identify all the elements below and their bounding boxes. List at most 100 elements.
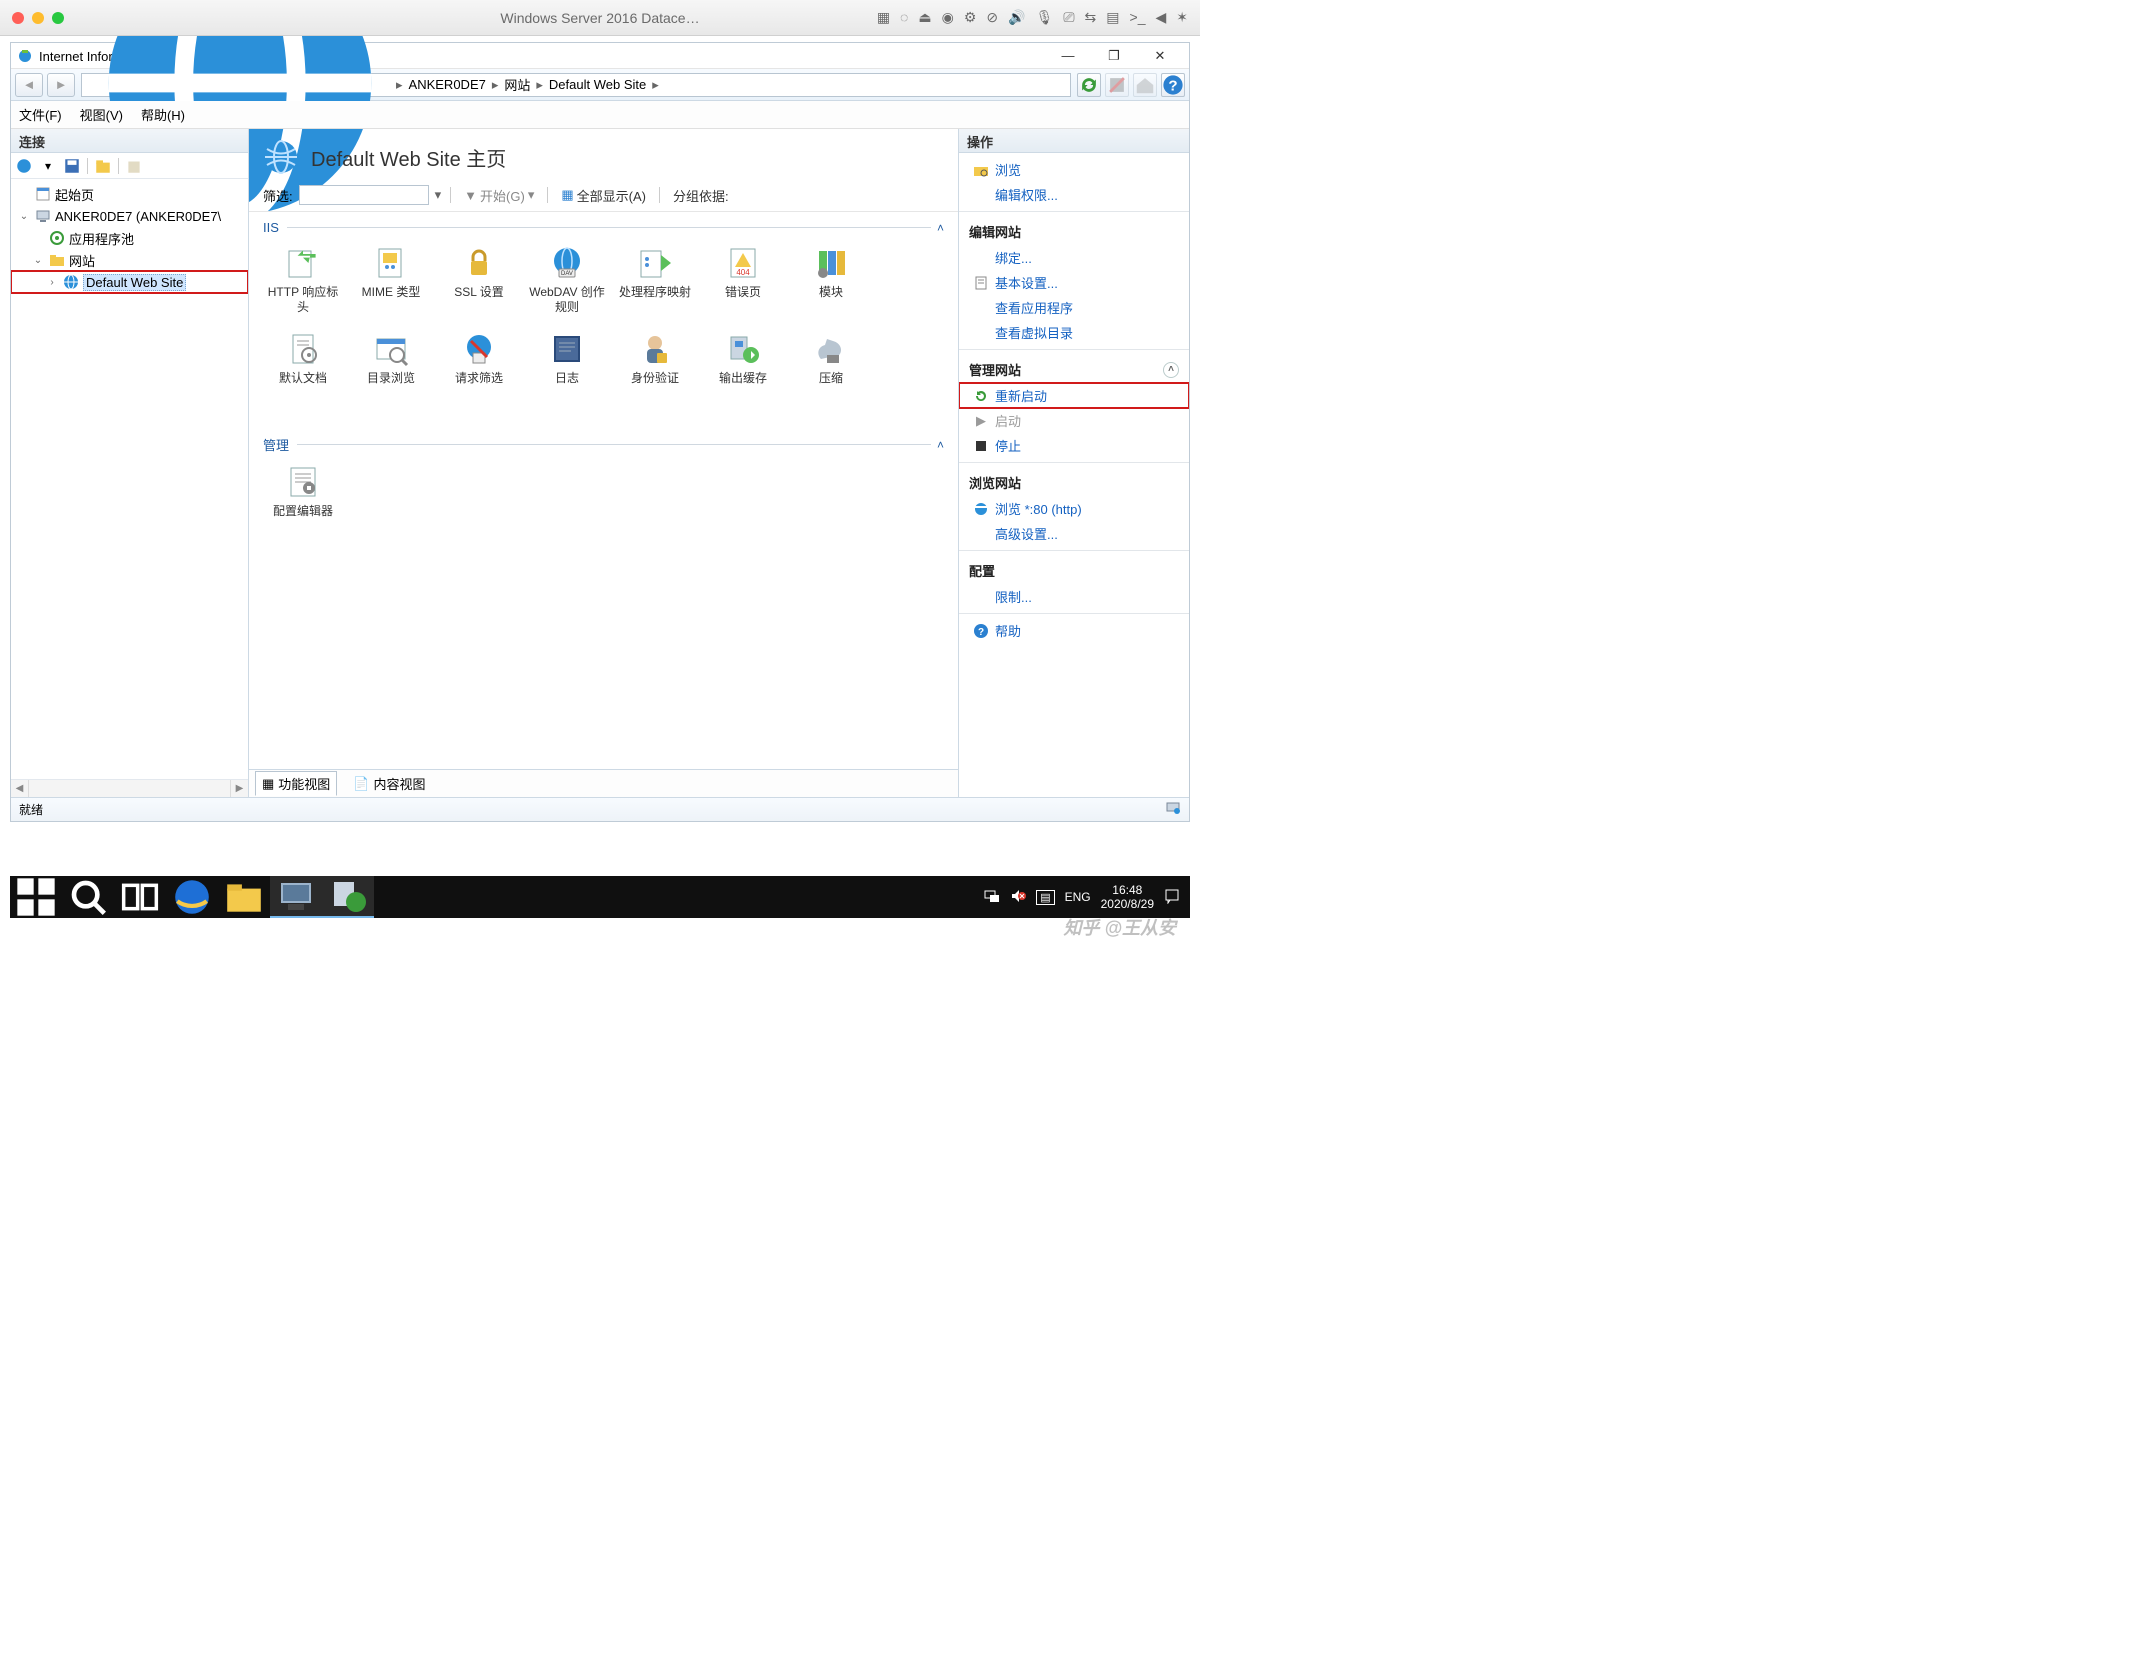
mic-icon[interactable]: 🎙 — [1036, 9, 1054, 26]
collapse-icon[interactable]: ˄ — [1163, 362, 1179, 378]
filter-go-button[interactable]: ▼开始(G) ▾ — [460, 186, 538, 205]
terminal-icon[interactable]: >_ — [1130, 9, 1146, 26]
tray-sound-icon[interactable] — [1010, 889, 1026, 906]
nav-forward-button[interactable]: ► — [47, 73, 75, 97]
tray-notifications-icon[interactable] — [1164, 888, 1180, 907]
action-edit-permissions[interactable]: 编辑权限... — [959, 182, 1189, 207]
tree-server[interactable]: ⌄ ANKER0DE7 (ANKER0DE7\ — [11, 205, 248, 227]
action-restart[interactable]: 重新启动 — [959, 383, 1189, 408]
action-view-vdirs[interactable]: 查看虚拟目录 — [959, 320, 1189, 345]
menu-help[interactable]: 帮助(H) — [141, 105, 185, 124]
breadcrumb-server[interactable]: ANKER0DE7 — [405, 77, 490, 92]
feature-处理程序映射[interactable]: 处理程序映射 — [615, 241, 695, 319]
feature-模块[interactable]: 模块 — [791, 241, 871, 319]
action-limits[interactable]: 限制... — [959, 584, 1189, 609]
tray-ime-icon[interactable]: ▤ — [1036, 890, 1054, 905]
feature-输出缓存[interactable]: 输出缓存 — [703, 327, 783, 405]
minimize-icon[interactable] — [32, 12, 44, 24]
sound-icon[interactable]: 🔊 — [1008, 9, 1025, 26]
back-icon[interactable]: ◀ — [1155, 9, 1166, 26]
connections-tree[interactable]: 起始页 ⌄ ANKER0DE7 (ANKER0DE7\ 应用程序池 ⌄ 网站 — [11, 179, 248, 779]
search-button[interactable] — [62, 876, 114, 918]
task-view-button[interactable] — [114, 876, 166, 918]
breadcrumb[interactable]: ▸ ANKER0DE7 ▸ 网站 ▸ Default Web Site ▸ — [81, 73, 1071, 97]
tab-content-view[interactable]: 📄内容视图 — [347, 772, 431, 795]
taskbar-ie[interactable] — [166, 876, 218, 918]
feature-错误页[interactable]: 404错误页 — [703, 241, 783, 319]
action-basic-settings[interactable]: 基本设置... — [959, 270, 1189, 295]
feature-HTTP 响应标头[interactable]: HTTP 响应标头 — [263, 241, 343, 319]
chip-icon[interactable]: ◌ — [900, 9, 908, 26]
taskbar-explorer[interactable] — [218, 876, 270, 918]
config-scope-icon[interactable] — [1165, 800, 1181, 819]
feature-压缩[interactable]: 压缩 — [791, 327, 871, 405]
filter-input[interactable] — [299, 185, 429, 205]
feature-配置编辑器[interactable]: 配置编辑器 — [263, 460, 343, 538]
group-by-label[interactable]: 分组依据: — [669, 186, 733, 205]
traffic-lights — [12, 12, 64, 24]
feature-WebDAV 创作规则[interactable]: DAVWebDAV 创作规则 — [527, 241, 607, 319]
start-button[interactable] — [10, 876, 62, 918]
delete-icon[interactable] — [125, 157, 143, 175]
nav-back-button[interactable]: ◄ — [15, 73, 43, 97]
usb-icon[interactable]: ⏏ — [918, 9, 931, 26]
refresh-button[interactable] — [1077, 73, 1101, 97]
menu-view[interactable]: 视图(V) — [80, 105, 123, 124]
scroll-right-icon[interactable]: ▶ — [230, 780, 248, 797]
feature-请求筛选[interactable]: 请求筛选 — [439, 327, 519, 405]
grid-icon[interactable]: ▦ — [877, 9, 890, 26]
features-icon: ▦ — [262, 776, 274, 792]
close-button[interactable]: ✕ — [1137, 44, 1183, 68]
feature-日志[interactable]: 日志 — [527, 327, 607, 405]
feature-目录浏览[interactable]: 目录浏览 — [351, 327, 431, 405]
action-explore[interactable]: 浏览 — [959, 157, 1189, 182]
action-stop[interactable]: 停止 — [959, 433, 1189, 458]
help-dropdown[interactable]: ? — [1161, 73, 1185, 97]
feature-默认文档[interactable]: 默认文档 — [263, 327, 343, 405]
breadcrumb-site[interactable]: Default Web Site — [545, 77, 650, 92]
show-all-button[interactable]: ▦全部显示(A) — [557, 186, 650, 205]
chevron-right-icon: ▸ — [490, 77, 501, 93]
display-icon[interactable]: ⎚ — [1063, 9, 1074, 26]
connect-icon[interactable] — [15, 157, 33, 175]
panel-icon[interactable]: ▤ — [1106, 9, 1119, 26]
filter-dropdown-icon[interactable]: ▾ — [435, 187, 442, 203]
maximize-button[interactable]: ❐ — [1091, 44, 1137, 68]
swap-icon[interactable]: ⇆ — [1085, 9, 1097, 26]
feature-MIME 类型[interactable]: MIME 类型 — [351, 241, 431, 319]
action-help[interactable]: ?帮助 — [959, 618, 1189, 643]
scroll-left-icon[interactable]: ◀ — [11, 780, 29, 797]
tab-features-view[interactable]: ▦功能视图 — [255, 771, 337, 796]
action-advanced[interactable]: 高级设置... — [959, 521, 1189, 546]
tree-default-web-site[interactable]: › Default Web Site — [11, 271, 248, 293]
minimize-button[interactable]: — — [1045, 44, 1091, 68]
tree-sites[interactable]: ⌄ 网站 — [11, 249, 248, 271]
breadcrumb-sites[interactable]: 网站 — [500, 75, 534, 94]
save-icon[interactable] — [63, 157, 81, 175]
menu-file[interactable]: 文件(F) — [19, 105, 62, 124]
group-iis[interactable]: IIS˄ — [263, 220, 944, 235]
tray-lang[interactable]: ENG — [1065, 890, 1091, 904]
settings-icon[interactable]: ✶ — [1176, 9, 1188, 26]
dropdown-icon[interactable]: ▾ — [39, 157, 57, 175]
action-bindings[interactable]: 绑定... — [959, 245, 1189, 270]
action-view-apps[interactable]: 查看应用程序 — [959, 295, 1189, 320]
zoom-icon[interactable] — [52, 12, 64, 24]
tree-app-pools[interactable]: 应用程序池 — [11, 227, 248, 249]
group-management[interactable]: 管理˄ — [263, 435, 944, 454]
close-icon[interactable] — [12, 12, 24, 24]
action-browse-80[interactable]: 浏览 *:80 (http) — [959, 496, 1189, 521]
tree-scrollbar[interactable]: ◀ ▶ — [11, 779, 248, 797]
tray-network-icon[interactable] — [984, 889, 1000, 906]
gear-icon[interactable]: ⚙ — [964, 9, 977, 26]
network-icon[interactable]: ⊘ — [986, 9, 998, 26]
up-icon[interactable] — [94, 157, 112, 175]
disc-icon[interactable]: ◉ — [942, 9, 954, 26]
taskbar-server-manager[interactable] — [270, 876, 322, 918]
taskbar-iis[interactable] — [322, 876, 374, 918]
home-button[interactable] — [1133, 73, 1157, 97]
feature-身份验证[interactable]: 身份验证 — [615, 327, 695, 405]
feature-SSL 设置[interactable]: SSL 设置 — [439, 241, 519, 319]
tray-clock[interactable]: 16:48 2020/8/29 — [1101, 883, 1154, 912]
tree-start-page[interactable]: 起始页 — [11, 183, 248, 205]
